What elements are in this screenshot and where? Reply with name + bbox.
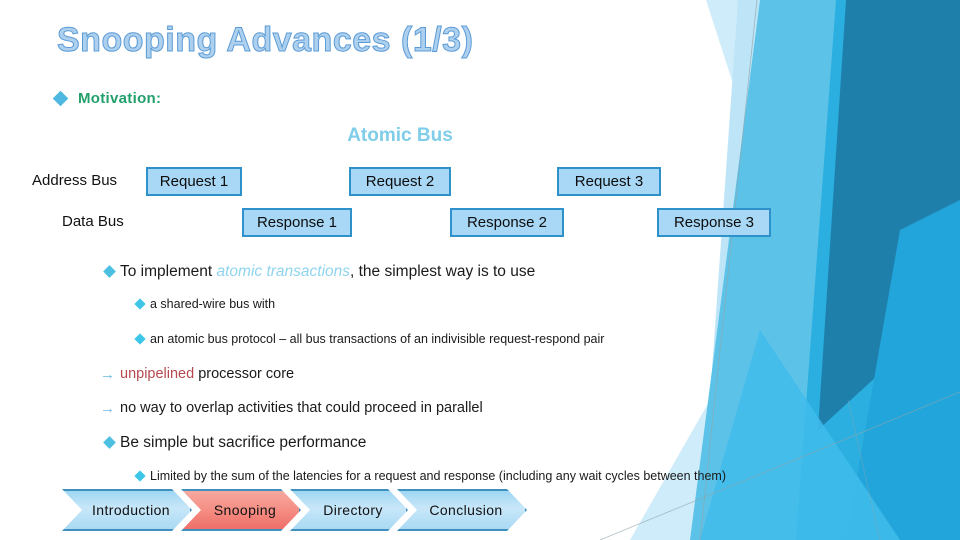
bullet-limited-by-latency: Limited by the sum of the latencies for … (0, 468, 760, 484)
nav-chevron-introduction[interactable]: Introduction (62, 489, 192, 531)
bullet-text: To implement atomic transactions, the si… (120, 262, 535, 281)
diamond-bullet-icon (52, 90, 69, 107)
bullet-text-pre: To implement (120, 263, 217, 280)
motivation-label: Motivation: (78, 90, 162, 107)
slide-title: Snooping Advances (1/3) (56, 21, 474, 60)
address-bus-row-label: Address Bus (32, 172, 118, 189)
body-content: To implement atomic transactions, the si… (0, 262, 760, 502)
nav-label: Introduction (92, 502, 170, 518)
timing-box-request-3: Request 3 (557, 167, 661, 196)
nav-label: Conclusion (429, 502, 503, 518)
bullet-text: a shared-wire bus with (150, 297, 276, 312)
diamond-bullet-icon (130, 331, 150, 345)
diagram-title: Atomic Bus (347, 125, 453, 146)
bullet-text-post: , the simplest way is to use (350, 263, 536, 280)
timing-box-response-3: Response 3 (657, 208, 771, 237)
nav-chevron-snooping[interactable]: Snooping (181, 489, 301, 531)
bg-shape-mid-band (796, 0, 960, 540)
bg-shape-dark-band (818, 0, 960, 430)
bullet-text-post: processor core (194, 365, 295, 382)
nav-chevron-directory[interactable]: Directory (290, 489, 408, 531)
diamond-bullet-icon (130, 296, 150, 311)
diamond-bullet-icon (130, 468, 150, 482)
bullet-text: Be simple but sacrifice performance (120, 434, 367, 452)
arrow-right-icon: → (100, 365, 115, 383)
bullet-text: an atomic bus protocol – all bus transac… (150, 331, 605, 346)
bullet-text: Limited by the sum of the latencies for … (150, 468, 727, 483)
bullet-atomic-bus-protocol: an atomic bus protocol – all bus transac… (0, 331, 760, 347)
section-navigation: Introduction Snooping Directory Conclusi… (62, 487, 516, 533)
timing-box-request-1: Request 1 (146, 167, 242, 196)
highlight-unpipelined: unpipelined (120, 365, 195, 382)
motivation-row: Motivation: (52, 90, 162, 107)
timing-box-response-2: Response 2 (450, 208, 564, 237)
diamond-bullet-icon (98, 433, 120, 449)
nav-label: Snooping (213, 502, 277, 518)
slide-canvas: Snooping Advances (1/3) Motivation: Atom… (0, 0, 960, 540)
arrow-right-icon: → (100, 400, 115, 417)
bullet-no-overlap: → no way to overlap activities that coul… (0, 399, 760, 417)
data-bus-row-label: Data Bus (62, 213, 124, 230)
bullet-text: no way to overlap activities that could … (120, 400, 483, 416)
bullet-simple-sacrifice: Be simple but sacrifice performance (0, 433, 760, 452)
nav-label: Directory (323, 502, 383, 518)
bullet-shared-wire-bus: a shared-wire bus with (0, 296, 760, 312)
nav-chevron-conclusion[interactable]: Conclusion (397, 489, 527, 531)
bg-hairline-mid (847, 399, 881, 540)
timing-box-response-1: Response 1 (242, 208, 352, 237)
highlight-atomic-transactions: atomic transactions (216, 263, 351, 280)
bg-shape-deep-accent (846, 200, 960, 540)
diamond-bullet-icon (98, 262, 120, 278)
timing-box-request-2: Request 2 (349, 167, 451, 196)
atomic-bus-timing-diagram: Atomic Bus Address Bus Data Bus Request … (0, 125, 800, 250)
bullet-text: unpipelined processor core (120, 365, 294, 383)
bullet-implement-atomic: To implement atomic transactions, the si… (0, 262, 760, 281)
bullet-unpipelined-core: → unpipelined processor core (0, 365, 760, 383)
